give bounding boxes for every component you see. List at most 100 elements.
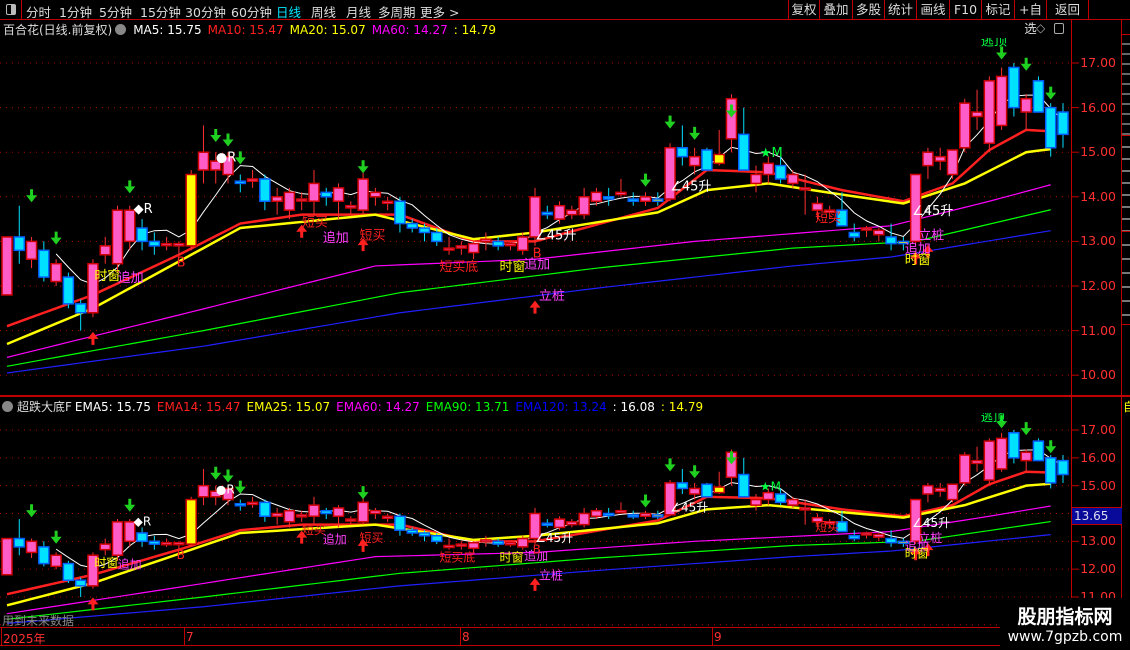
candle[interactable]: [639, 192, 652, 206]
candle[interactable]: [308, 170, 320, 215]
candle[interactable]: [25, 538, 38, 559]
candle[interactable]: [492, 236, 504, 251]
candle[interactable]: [1008, 430, 1020, 464]
candle[interactable]: [369, 187, 382, 206]
candle[interactable]: [566, 205, 578, 220]
candle[interactable]: [922, 482, 934, 503]
candle[interactable]: [848, 223, 861, 242]
candle[interactable]: [25, 236, 38, 269]
candle[interactable]: [394, 196, 406, 233]
right-side-tabs[interactable]: [1122, 20, 1130, 395]
candle[interactable]: [443, 538, 455, 550]
candle[interactable]: [737, 107, 750, 171]
candle[interactable]: [271, 507, 283, 525]
candle[interactable]: [615, 502, 627, 514]
candle[interactable]: [345, 516, 357, 525]
candle[interactable]: [62, 560, 75, 584]
candle[interactable]: [541, 205, 554, 220]
candle[interactable]: [787, 170, 799, 188]
candle[interactable]: [357, 170, 369, 215]
candle[interactable]: [320, 187, 333, 206]
candle[interactable]: [602, 187, 615, 206]
candle[interactable]: [50, 552, 62, 570]
candle[interactable]: [873, 532, 885, 542]
candle[interactable]: [995, 432, 1008, 472]
candle[interactable]: [566, 519, 578, 528]
candle[interactable]: [185, 170, 197, 251]
candle[interactable]: [320, 507, 333, 520]
candle[interactable]: [345, 201, 357, 215]
candle[interactable]: [197, 468, 210, 506]
candle[interactable]: [111, 205, 124, 273]
candle[interactable]: [50, 259, 62, 286]
candle[interactable]: [627, 510, 639, 520]
candle[interactable]: [676, 468, 689, 495]
candle[interactable]: [627, 192, 639, 206]
candle[interactable]: [1057, 103, 1069, 148]
candle[interactable]: [394, 513, 406, 536]
candle[interactable]: [234, 499, 247, 511]
candle[interactable]: [934, 147, 946, 171]
candle[interactable]: [860, 531, 873, 539]
candle[interactable]: [246, 170, 259, 188]
candle[interactable]: [160, 236, 173, 251]
candle[interactable]: [516, 535, 529, 550]
candle[interactable]: [283, 187, 296, 220]
candle[interactable]: [357, 496, 369, 525]
candle[interactable]: [492, 538, 504, 547]
candle[interactable]: [885, 530, 897, 547]
candle[interactable]: [922, 147, 934, 179]
candle[interactable]: [38, 541, 50, 567]
candle[interactable]: [750, 494, 762, 511]
candle[interactable]: [959, 98, 971, 153]
candle[interactable]: [959, 452, 971, 486]
candle[interactable]: [148, 535, 161, 550]
candle[interactable]: [381, 513, 394, 522]
candle[interactable]: [602, 507, 615, 520]
candle[interactable]: [676, 125, 689, 166]
candle[interactable]: [13, 205, 26, 264]
candle[interactable]: [369, 507, 382, 520]
candle[interactable]: [111, 519, 124, 561]
candle[interactable]: [504, 541, 517, 547]
candle[interactable]: [480, 232, 492, 251]
candle[interactable]: [701, 482, 713, 498]
candle[interactable]: [455, 241, 468, 255]
candle[interactable]: [1008, 63, 1020, 117]
candle[interactable]: [467, 241, 480, 260]
candlestick-chart[interactable]: B时窗追加◆R●R短买追加 短买短买底 时窗追加B∠45升立桩∠45升★M短买 ∠45…: [0, 0, 1130, 650]
right-tab-favorites[interactable]: 自: [1123, 398, 1130, 415]
candle[interactable]: [934, 482, 946, 497]
candle[interactable]: [38, 241, 50, 282]
candle[interactable]: [271, 187, 283, 215]
candle[interactable]: [983, 76, 996, 153]
candle[interactable]: [443, 236, 455, 255]
candle[interactable]: [701, 147, 713, 171]
candle[interactable]: [1, 236, 13, 296]
candle[interactable]: [873, 228, 885, 242]
candle[interactable]: [185, 496, 197, 547]
candle[interactable]: [1, 537, 13, 576]
candle[interactable]: [136, 219, 148, 251]
candle[interactable]: [197, 125, 210, 184]
candle[interactable]: [946, 149, 959, 179]
candle[interactable]: [246, 496, 259, 508]
candle[interactable]: [983, 438, 996, 486]
candle[interactable]: [234, 174, 247, 193]
candle[interactable]: [639, 510, 652, 520]
candle[interactable]: [1020, 449, 1032, 472]
candle[interactable]: [578, 507, 590, 528]
candle[interactable]: [946, 483, 959, 503]
candle[interactable]: [1032, 438, 1045, 462]
candle[interactable]: [860, 225, 873, 237]
candle[interactable]: [62, 272, 75, 309]
candle[interactable]: [541, 519, 554, 528]
candle[interactable]: [1057, 455, 1069, 483]
candle[interactable]: [480, 535, 492, 547]
candle[interactable]: [713, 129, 725, 166]
candle[interactable]: [308, 496, 320, 525]
candle[interactable]: [455, 541, 468, 550]
candle[interactable]: [971, 446, 983, 472]
candle[interactable]: [259, 174, 271, 211]
candle[interactable]: [971, 89, 983, 130]
